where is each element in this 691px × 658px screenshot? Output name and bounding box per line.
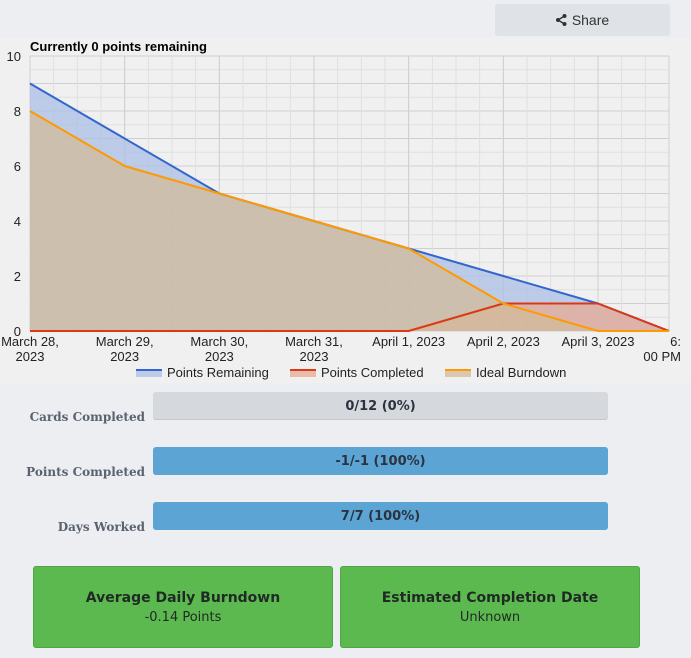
y-tick-label: 6: [14, 159, 21, 174]
x-tick-label: March 29, 2023: [96, 334, 154, 364]
progress-bar-text: 7/7 (100%): [340, 508, 421, 524]
card-value: Unknown: [459, 609, 521, 625]
legend-swatch: [290, 370, 316, 377]
stat-label: Days Worked: [57, 520, 145, 534]
estimated-completion-card: Estimated Completion Date Unknown: [340, 566, 640, 648]
share-label: Share: [571, 12, 610, 28]
x-tick-label: March 31, 2023: [285, 334, 343, 364]
y-tick-label: 8: [14, 104, 21, 119]
y-tick-label: 10: [7, 49, 21, 64]
average-daily-burndown-card: Average Daily Burndown -0.14 Points: [33, 566, 333, 648]
progress-bar-text: 0/12 (0%): [345, 398, 416, 414]
legend-label: Ideal Burndown: [476, 365, 566, 380]
progress-bar-text: -1/-1 (100%): [335, 453, 426, 469]
legend-swatch: [136, 370, 162, 377]
burndown-chart: Currently 0 points remaining 0 2 4 6 8 10 March…: [0, 38, 691, 383]
x-tick-label: April 3, 2023: [562, 334, 635, 349]
y-tick-label: 4: [14, 214, 21, 229]
x-tick-label: April 2, 2023: [467, 334, 540, 349]
burndown-chart-svg: Currently 0 points remaining0246810March…: [1, 39, 681, 380]
progress-bar: -1/-1 (100%): [153, 447, 608, 475]
chart-legend: Points Remaining Points Completed Ideal Bu…: [136, 365, 566, 380]
stat-label: Cards Completed: [29, 410, 145, 424]
share-icon: [555, 14, 567, 26]
card-title: Estimated Completion Date: [381, 589, 599, 606]
legend-label: Points Remaining: [167, 365, 269, 380]
chart-title: Currently 0 points remaining: [30, 39, 207, 54]
stat-label: Points Completed: [26, 465, 145, 479]
share-button[interactable]: Share: [495, 4, 670, 36]
progress-bar: 0/12 (0%): [153, 392, 608, 420]
card-value: -0.14 Points: [144, 609, 222, 625]
stat-row-cards-completed: Cards Completed 0/12 (0%): [0, 392, 691, 424]
x-tick-label: March 28, 2023: [1, 334, 59, 364]
card-title: Average Daily Burndown: [85, 589, 281, 606]
progress-bar: 7/7 (100%): [153, 502, 608, 530]
stat-row-days-worked: Days Worked 7/7 (100%): [0, 502, 691, 534]
x-tick-label: 6: 00 PM: [643, 334, 681, 364]
x-tick-label: March 30, 2023: [190, 334, 248, 364]
legend-label: Points Completed: [321, 365, 424, 380]
stat-row-points-completed: Points Completed -1/-1 (100%): [0, 447, 691, 479]
x-tick-label: April 1, 2023: [372, 334, 445, 349]
legend-swatch: [445, 370, 471, 377]
y-tick-label: 2: [14, 269, 21, 284]
